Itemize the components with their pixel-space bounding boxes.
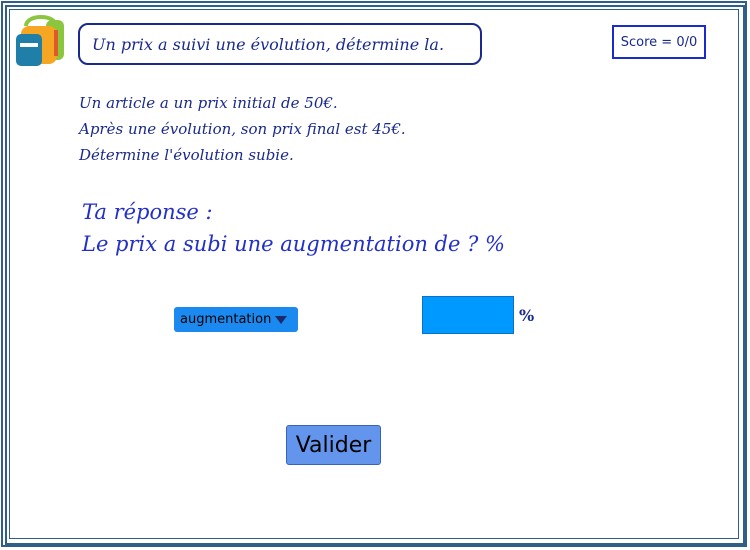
dropdown-selected-value: augmentation [180,312,272,327]
statement-line-2: Après une évolution, son prix final est … [79,120,406,138]
answer-sentence: Le prix a subi une augmentation de ? % [82,232,505,256]
answer-prompt: Ta réponse : Le prix a subi une augmenta… [82,196,505,260]
instruction-title: Un prix a suivi une évolution, détermine… [78,23,482,65]
evolution-type-dropdown[interactable]: augmentation [174,307,298,332]
percent-sign: % [519,306,535,325]
statement-line-3: Détermine l'évolution subie. [79,146,294,164]
score-display: Score = 0/0 [612,25,706,59]
valider-button[interactable]: Valider [286,425,381,465]
problem-statement: Un article a un prix initial de 50€. Apr… [79,90,406,168]
percentage-input[interactable] [422,296,514,334]
dropdown-arrow-icon [275,315,288,324]
answer-label: Ta réponse : [82,200,213,224]
backpack-icon [16,15,64,66]
statement-line-1: Un article a un prix initial de 50€. [79,94,338,112]
